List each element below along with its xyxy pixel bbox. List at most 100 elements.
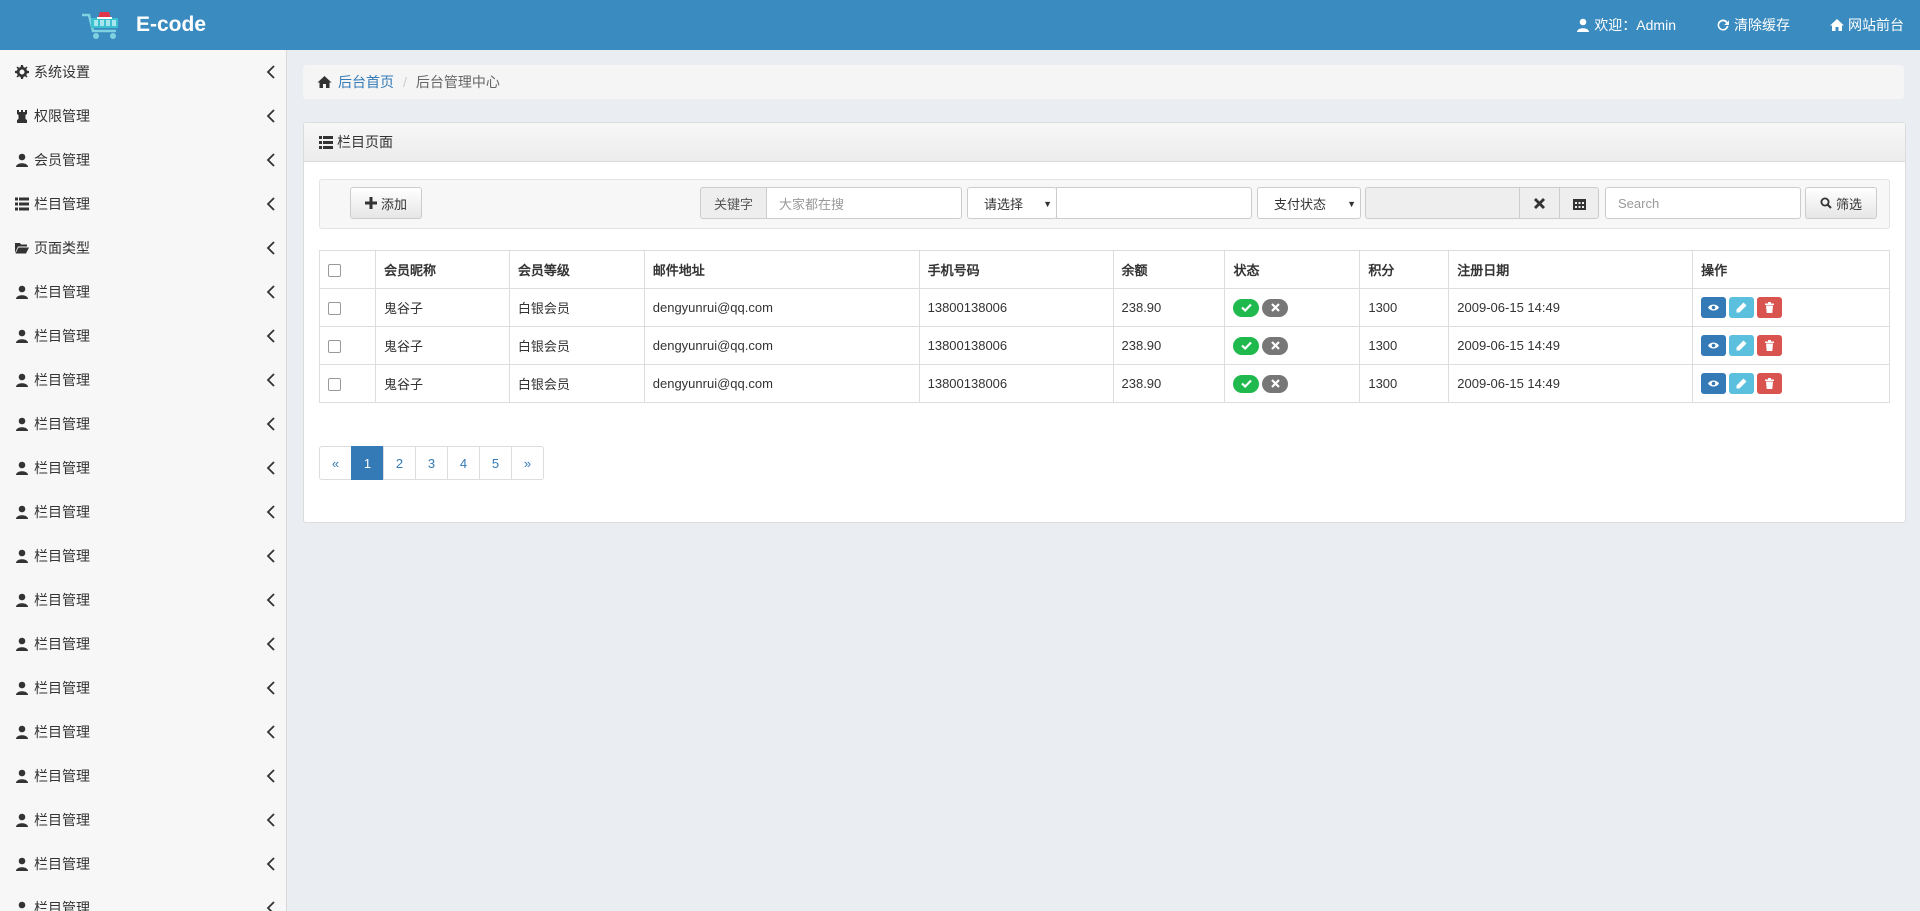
chevron-left-icon xyxy=(266,197,276,211)
sidebar-item[interactable]: 页面类型 xyxy=(0,226,286,270)
sidebar-item[interactable]: 权限管理 xyxy=(0,94,286,138)
search-input[interactable]: Search xyxy=(1605,187,1801,219)
sidebar-item[interactable]: 栏目管理 xyxy=(0,490,286,534)
page-button[interactable]: 2 xyxy=(383,446,416,480)
welcome-user-link[interactable]: 欢迎：Admin xyxy=(1576,15,1676,35)
email-cell: dengyunrui@qq.com xyxy=(643,364,920,403)
welcome-label: 欢迎：Admin xyxy=(1594,17,1676,33)
page-button[interactable]: 1 xyxy=(351,446,384,480)
sidebar-item[interactable]: 栏目管理 xyxy=(0,358,286,402)
status-cell xyxy=(1224,288,1361,327)
category-text-input[interactable] xyxy=(1056,187,1252,219)
edit-button[interactable] xyxy=(1729,373,1755,394)
keyword-input[interactable]: 大家都在搜 xyxy=(766,187,962,219)
balance-cell: 238.90 xyxy=(1112,288,1226,327)
prev-page-button[interactable]: « xyxy=(319,446,352,480)
page-button[interactable]: 4 xyxy=(447,446,480,480)
chevron-left-icon xyxy=(266,65,276,79)
chevron-left-icon xyxy=(266,681,276,695)
sidebar-item[interactable]: 栏目管理 xyxy=(0,314,286,358)
gear-icon xyxy=(15,65,29,79)
status-disable-toggle[interactable] xyxy=(1262,374,1289,393)
sidebar-item[interactable]: 栏目管理 xyxy=(0,710,286,754)
select-all-checkbox[interactable] xyxy=(328,264,341,278)
sidebar-item[interactable]: 系统设置 xyxy=(0,50,286,94)
top-navbar: E-code 欢迎：Admin 清除缓存 网站前台 xyxy=(0,0,1920,50)
sidebar-item-label: 栏目管理 xyxy=(34,284,90,300)
sidebar-item[interactable]: 栏目管理 xyxy=(0,402,286,446)
filter-button[interactable]: 筛选 xyxy=(1805,187,1877,219)
status-active-toggle[interactable] xyxy=(1233,336,1260,355)
check-icon xyxy=(1241,379,1252,389)
sidebar-item-label: 栏目管理 xyxy=(34,196,90,212)
user-icon xyxy=(15,329,29,343)
add-button[interactable]: 添加 xyxy=(350,187,422,219)
view-button[interactable] xyxy=(1701,335,1727,356)
date-input[interactable] xyxy=(1365,187,1520,219)
chevron-down-icon: ▼ xyxy=(1347,199,1356,209)
clear-cache-link[interactable]: 清除缓存 xyxy=(1716,15,1790,35)
sidebar-item[interactable]: 栏目管理 xyxy=(0,622,286,666)
row-checkbox[interactable] xyxy=(328,340,341,354)
balance-cell: 238.90 xyxy=(1112,326,1226,365)
calendar-button[interactable] xyxy=(1559,187,1599,219)
breadcrumb: 后台首页 / 后台管理中心 xyxy=(303,65,1904,99)
level-cell: 白银会员 xyxy=(508,326,645,365)
page-button[interactable]: 3 xyxy=(415,446,448,480)
table-row: 鬼谷子 白银会员 dengyunrui@qq.com 13800138006 238.9… xyxy=(319,288,1890,327)
chevron-left-icon xyxy=(266,461,276,475)
status-disable-toggle[interactable] xyxy=(1262,336,1289,355)
check-icon xyxy=(1241,303,1252,313)
row-checkbox[interactable] xyxy=(328,302,341,316)
panel-title: 栏目页面 xyxy=(337,134,393,150)
filter-button-label: 筛选 xyxy=(1835,196,1862,212)
status-disable-toggle[interactable] xyxy=(1262,298,1289,317)
breadcrumb-home-link[interactable]: 后台首页 xyxy=(338,72,394,92)
status-cell xyxy=(1224,326,1361,365)
sidebar-item[interactable]: 栏目管理 xyxy=(0,798,286,842)
trash-icon xyxy=(1765,340,1775,351)
delete-button[interactable] xyxy=(1757,335,1783,356)
clear-date-button[interactable] xyxy=(1519,187,1560,219)
category-select[interactable]: 请选择 ▼ xyxy=(967,187,1057,219)
next-page-button[interactable]: » xyxy=(511,446,544,480)
content-panel: 栏目页面 添加 关键字 大家都在搜 请选择 ▼ 支付状态 ▼ Search 筛选 xyxy=(303,122,1906,523)
calendar-icon xyxy=(1572,198,1586,210)
points-cell: 1300 xyxy=(1359,364,1450,403)
status-active-toggle[interactable] xyxy=(1233,374,1260,393)
delete-button[interactable] xyxy=(1757,373,1783,394)
sidebar-item[interactable]: 栏目管理 xyxy=(0,754,286,798)
add-button-label: 添加 xyxy=(380,196,407,212)
phone-cell: 13800138006 xyxy=(918,326,1114,365)
table-row: 鬼谷子 白银会员 dengyunrui@qq.com 13800138006 238.9… xyxy=(319,364,1890,403)
sidebar-item-label: 栏目管理 xyxy=(34,372,90,388)
sidebar-item[interactable]: 栏目管理 xyxy=(0,534,286,578)
page-button[interactable]: 5 xyxy=(479,446,512,480)
edit-button[interactable] xyxy=(1729,297,1755,318)
delete-button[interactable] xyxy=(1757,297,1783,318)
table-header-row: 会员昵称 会员等级 邮件地址 手机号码 余额 状态 积分 注册日期 操作 xyxy=(319,250,1890,289)
nickname-cell: 鬼谷子 xyxy=(374,326,510,365)
pay-status-select[interactable]: 支付状态 ▼ xyxy=(1257,187,1361,219)
sidebar-item[interactable]: 栏目管理 xyxy=(0,578,286,622)
sidebar-item[interactable]: 栏目管理 xyxy=(0,182,286,226)
view-button[interactable] xyxy=(1701,297,1727,318)
status-active-toggle[interactable] xyxy=(1233,298,1260,317)
sidebar-item[interactable]: 栏目管理 xyxy=(0,666,286,710)
site-front-link[interactable]: 网站前台 xyxy=(1830,15,1904,35)
brand[interactable]: E-code xyxy=(80,10,206,40)
user-icon xyxy=(15,461,29,475)
breadcrumb-current: 后台管理中心 xyxy=(415,74,500,90)
sidebar-item[interactable]: 栏目管理 xyxy=(0,270,286,314)
select-all-cell xyxy=(319,250,376,289)
sidebar-item[interactable]: 栏目管理 xyxy=(0,446,286,490)
view-button[interactable] xyxy=(1701,373,1727,394)
panel-heading: 栏目页面 xyxy=(304,123,1905,162)
sidebar-item[interactable]: 会员管理 xyxy=(0,138,286,182)
actions-cell xyxy=(1692,364,1890,403)
sidebar-item[interactable]: 栏目管理 xyxy=(0,842,286,886)
edit-button[interactable] xyxy=(1729,335,1755,356)
row-checkbox[interactable] xyxy=(328,378,341,392)
user-icon xyxy=(15,373,29,387)
sidebar-item[interactable]: 栏目管理 xyxy=(0,886,286,911)
